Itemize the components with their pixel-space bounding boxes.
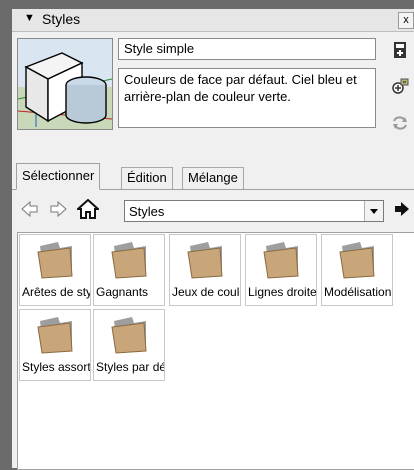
update-style-icon[interactable]	[391, 77, 409, 95]
folder-icon	[111, 242, 147, 279]
tab-edit[interactable]: Édition	[121, 167, 173, 189]
folder-tile[interactable]: Modélisation	[321, 234, 393, 306]
folder-label: Gagnants	[96, 285, 149, 299]
close-icon[interactable]: x	[398, 12, 414, 29]
back-arrow-icon[interactable]	[20, 199, 40, 219]
style-name-field[interactable]: Style simple	[118, 38, 376, 60]
collection-select[interactable]: Styles	[124, 200, 384, 222]
folder-tile[interactable]: Styles assortis	[19, 309, 91, 381]
style-thumbnail	[17, 38, 113, 130]
collection-value: Styles	[129, 204, 165, 219]
folder-label: Lignes droites	[248, 285, 316, 299]
chevron-down-icon[interactable]	[364, 201, 383, 221]
folder-tile[interactable]: Jeux de couleurs	[169, 234, 241, 306]
tab-mix[interactable]: Mélange	[182, 167, 244, 189]
folder-icon	[339, 242, 375, 279]
folder-label: Styles assortis	[22, 360, 90, 374]
folder-tile[interactable]: Lignes droites	[245, 234, 317, 306]
style-description-field[interactable]: Couleurs de face par défaut. Ciel bleu e…	[118, 68, 376, 128]
create-style-icon[interactable]	[391, 41, 409, 59]
folder-label: Modélisation	[324, 285, 392, 299]
folder-tile[interactable]: Arêtes de style	[19, 234, 91, 306]
folder-label: Jeux de couleurs	[172, 285, 240, 299]
triangle-down-icon[interactable]: ▼	[24, 12, 35, 24]
home-icon[interactable]	[75, 198, 101, 219]
folder-icon	[37, 242, 73, 279]
styles-panel: ▼ Styles x Style simple Couleurs de face…	[12, 9, 414, 470]
panel-titlebar[interactable]: ▼ Styles x	[12, 9, 414, 32]
panel-title: Styles	[42, 11, 81, 27]
folder-label: Styles par défaut	[96, 360, 164, 374]
navigation-row: Styles	[12, 195, 414, 225]
folder-icon	[263, 242, 299, 279]
refresh-icon[interactable]	[391, 114, 409, 132]
folder-tile[interactable]: Styles par défaut	[93, 309, 165, 381]
styles-grid: Arêtes de style Gagnants Jeux de couleur…	[17, 232, 414, 470]
forward-arrow-icon[interactable]	[48, 199, 68, 219]
tab-select[interactable]: Sélectionner	[16, 163, 101, 190]
folder-tile[interactable]: Gagnants	[93, 234, 165, 306]
folder-icon	[37, 317, 73, 354]
folder-icon	[111, 317, 147, 354]
details-arrow-icon[interactable]	[392, 199, 412, 219]
folder-label: Arêtes de style	[22, 285, 90, 299]
tab-bar: Sélectionner Édition Mélange	[12, 163, 414, 190]
folder-icon	[187, 242, 223, 279]
